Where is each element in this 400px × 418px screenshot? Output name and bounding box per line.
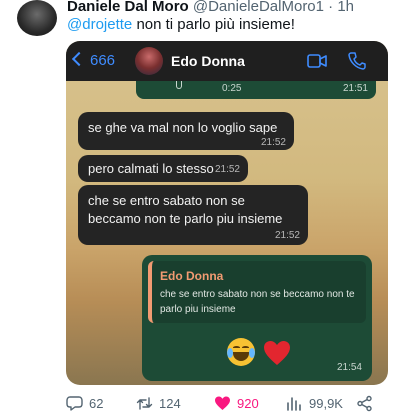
author-avatar[interactable] (17, 0, 57, 36)
previous-voice-message[interactable]: 0:25 21:51 (136, 81, 376, 99)
views-button[interactable]: 99,9K (286, 392, 343, 414)
phone-call-icon[interactable] (348, 51, 366, 70)
message-time: 21:52 (274, 230, 300, 241)
tweet-time[interactable]: 1h (337, 0, 354, 15)
back-button[interactable]: 666 (71, 51, 116, 69)
message-time: 21:52 (260, 137, 286, 148)
message-time: 21:51 (342, 83, 368, 94)
back-count: 666 (90, 52, 116, 69)
red-heart-icon (264, 341, 290, 365)
incoming-message[interactable]: che se entro sabato non se beccamo non t… (78, 185, 308, 245)
like-button[interactable]: 920 (214, 392, 259, 414)
author-handle[interactable]: @DanieleDalMoro1 (193, 0, 324, 15)
share-icon (357, 395, 372, 411)
reply-icon (66, 395, 83, 411)
reply-button[interactable]: 62 (66, 392, 103, 414)
quoted-sender: Edo Donna (160, 269, 224, 283)
mention-link[interactable]: @drojette (67, 16, 132, 33)
retweet-count: 124 (159, 395, 181, 411)
message-time: 21:54 (336, 362, 362, 373)
message-text: se ghe va mal non lo voglio sape (88, 120, 278, 135)
separator-dot: · (328, 0, 334, 15)
incoming-message[interactable]: pero calmati lo stesso 21:52 (78, 155, 248, 182)
tweet-text: @drojette non ti parlo più insieme! (67, 16, 295, 33)
contact-name[interactable]: Edo Donna (171, 53, 245, 69)
video-call-icon[interactable] (307, 54, 327, 68)
author-name[interactable]: Daniele Dal Moro (67, 0, 189, 15)
message-text: che se entro sabato non se beccamo non t… (88, 193, 283, 226)
quoted-text: che se entro sabato non se beccamo non t… (160, 289, 355, 315)
microphone-icon (176, 81, 182, 89)
share-button[interactable] (356, 392, 373, 414)
outgoing-reply-message[interactable]: Edo Donna che se entro sabato non se bec… (142, 255, 372, 381)
tweet-body: non ti parlo più insieme! (136, 16, 295, 33)
face-with-tears-of-joy-icon (227, 338, 255, 366)
contact-avatar[interactable] (135, 47, 163, 75)
author-line: Daniele Dal Moro @DanieleDalMoro1 · 1h (67, 0, 354, 15)
reply-count: 62 (89, 395, 104, 411)
tweet-actions: 62 124 920 99,9K (66, 392, 386, 414)
retweet-button[interactable]: 124 (136, 392, 181, 414)
message-time: 21:52 (214, 164, 240, 175)
views-icon (287, 396, 301, 411)
chevron-left-icon (71, 51, 87, 67)
heart-icon (215, 396, 230, 410)
chat-header: 666 Edo Donna (66, 41, 388, 81)
voice-duration: 0:25 (222, 83, 242, 94)
message-text: pero calmati lo stesso (88, 161, 214, 176)
tweet-header: Daniele Dal Moro @DanieleDalMoro1 · 1h @… (0, 0, 400, 40)
views-count: 99,9K (309, 395, 343, 411)
like-count: 920 (237, 395, 259, 411)
retweet-icon (136, 396, 153, 410)
quoted-message[interactable]: Edo Donna che se entro sabato non se bec… (148, 261, 366, 323)
incoming-message[interactable]: se ghe va mal non lo voglio sape 21:52 (78, 112, 294, 150)
whatsapp-screenshot[interactable]: 666 Edo Donna 0:25 21:51 se ghe va mal n… (66, 41, 388, 385)
